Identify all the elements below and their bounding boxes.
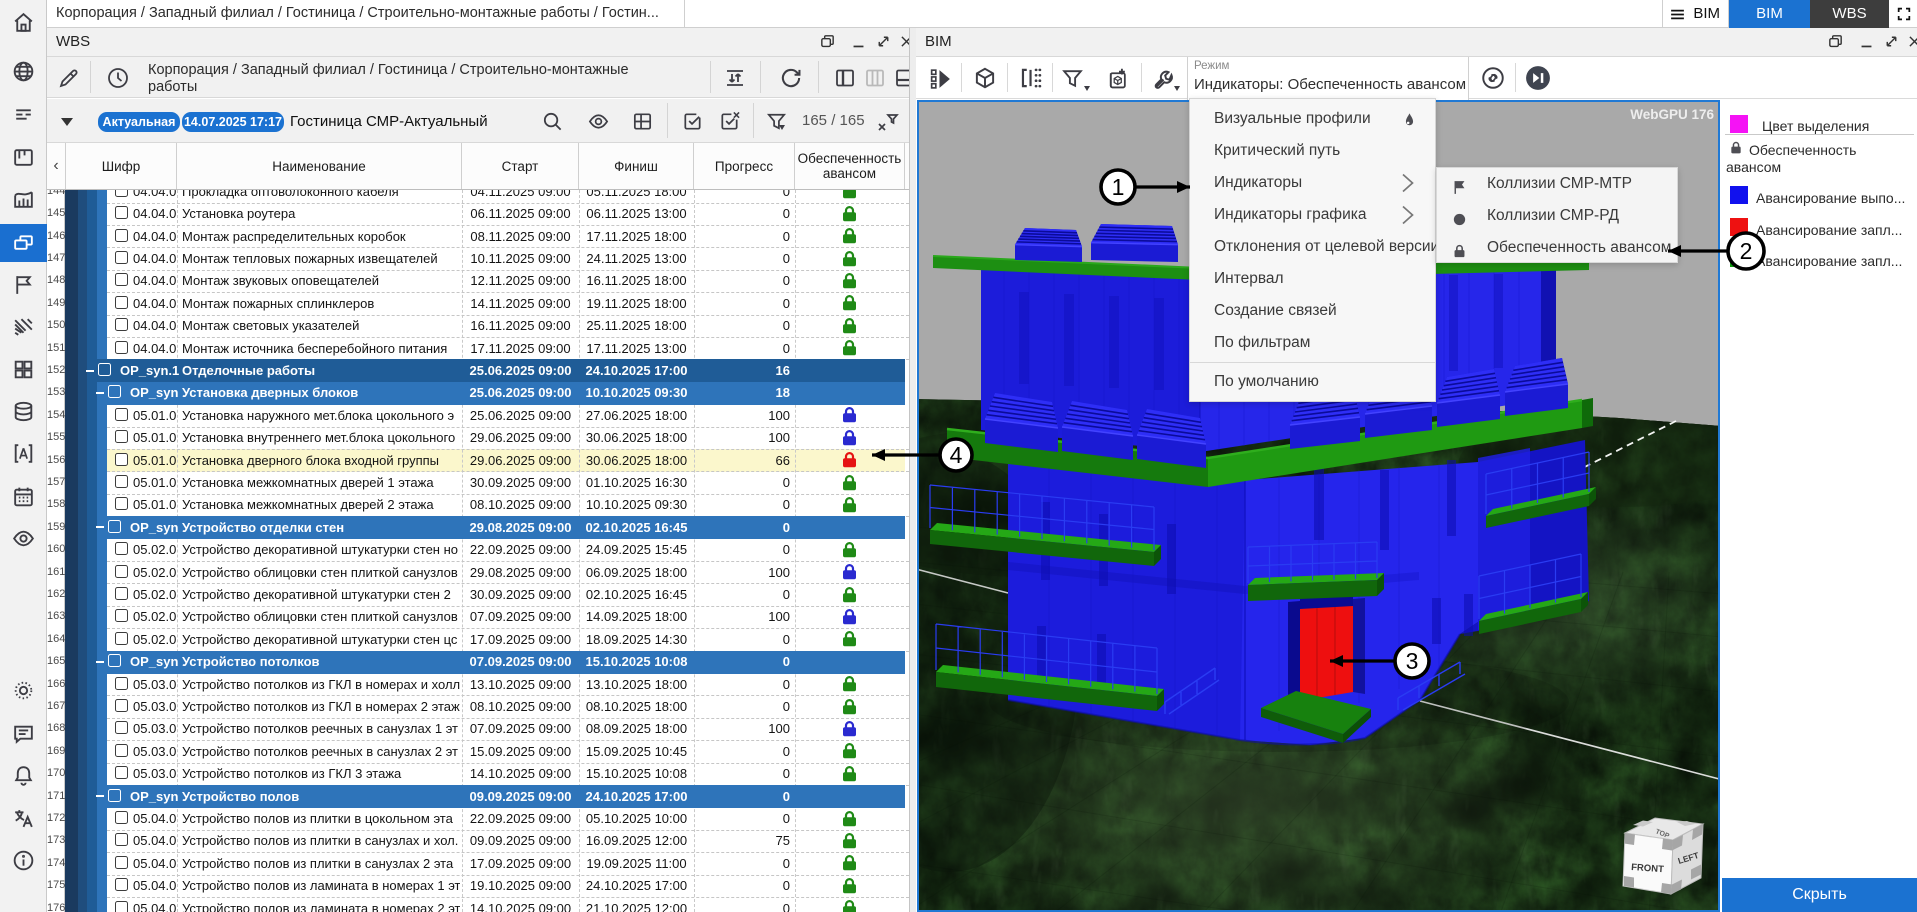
svg-text:FRONT: FRONT bbox=[1631, 862, 1665, 875]
svg-text:WebGPU 176: WebGPU 176 bbox=[1630, 107, 1714, 122]
